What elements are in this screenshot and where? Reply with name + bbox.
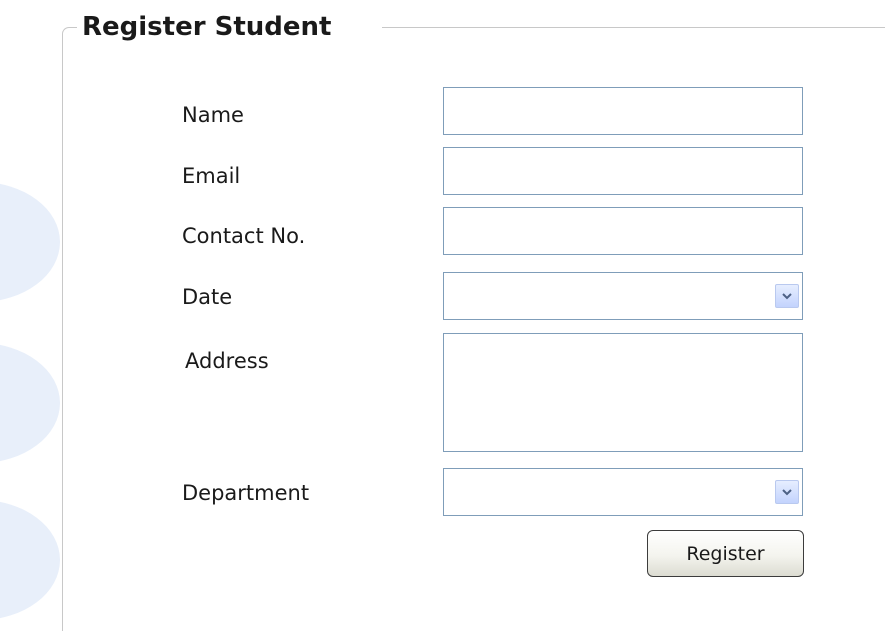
decorative-circle	[0, 182, 60, 302]
date-label: Date	[182, 285, 233, 309]
fieldset-border	[382, 27, 885, 28]
address-textarea[interactable]	[443, 333, 803, 452]
register-student-page: Register Student Name Email Contact No. …	[0, 0, 885, 631]
department-select[interactable]	[443, 468, 803, 516]
chevron-down-icon	[782, 293, 792, 300]
register-button[interactable]: Register	[647, 530, 804, 577]
address-label: Address	[185, 349, 269, 373]
decorative-circle	[0, 343, 60, 463]
fieldset-border	[62, 40, 63, 631]
form-title: Register Student	[82, 12, 332, 42]
decorative-circle	[0, 500, 60, 620]
contact-number-input[interactable]	[443, 207, 803, 255]
department-dropdown-button[interactable]	[775, 480, 799, 504]
department-label: Department	[182, 481, 310, 505]
chevron-down-icon	[782, 489, 792, 496]
email-input[interactable]	[443, 147, 803, 195]
name-label: Name	[182, 103, 244, 127]
date-select[interactable]	[443, 272, 803, 320]
fieldset-border	[62, 27, 77, 42]
date-dropdown-button[interactable]	[775, 284, 799, 308]
contact-label: Contact No.	[182, 224, 306, 248]
email-label: Email	[182, 164, 241, 188]
name-input[interactable]	[443, 87, 803, 135]
